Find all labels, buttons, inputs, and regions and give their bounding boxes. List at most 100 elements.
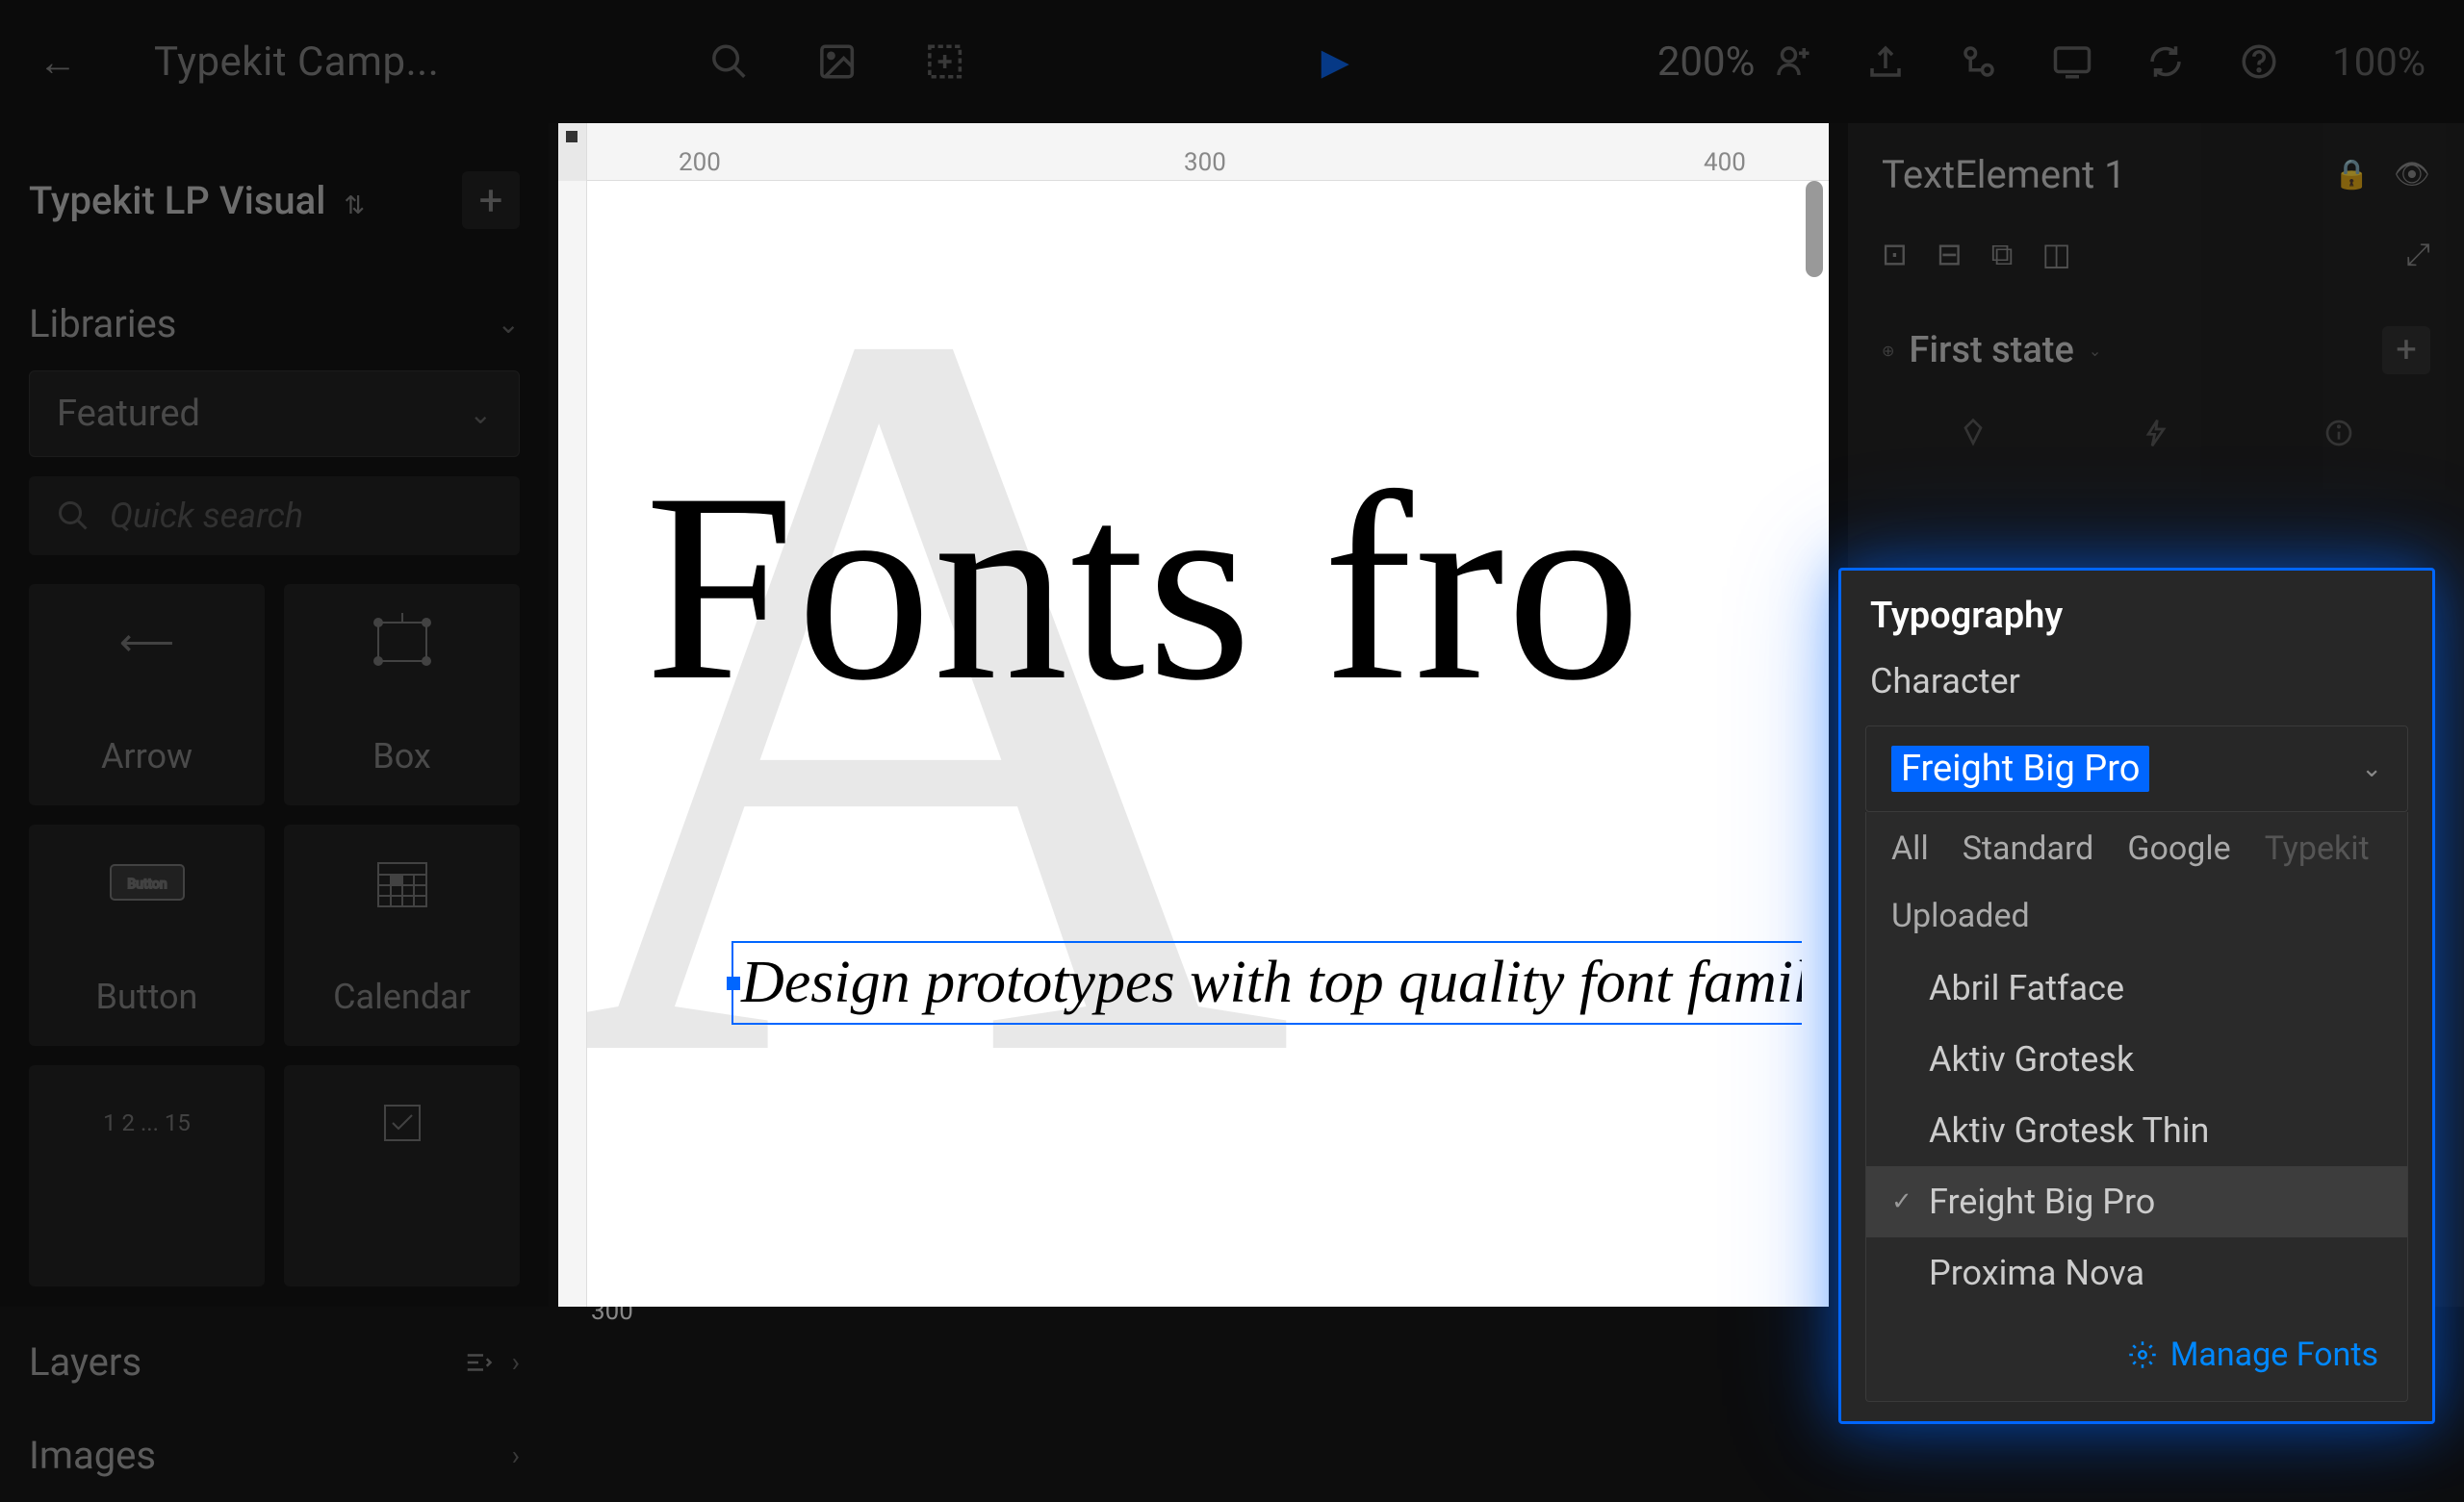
- filter-all[interactable]: All: [1891, 829, 1929, 868]
- widget-label: Arrow: [101, 736, 192, 776]
- font-select[interactable]: Freight Big Pro ⌄: [1865, 726, 2408, 812]
- add-file-button[interactable]: +: [462, 171, 520, 229]
- lock-icon[interactable]: 🔒: [2334, 158, 2370, 191]
- widget-label: Button: [96, 977, 198, 1017]
- filter-typekit[interactable]: Typekit: [2265, 829, 2370, 868]
- subheadline-text[interactable]: Design prototypes with top quality font …: [732, 941, 1802, 1025]
- sync-icon[interactable]: [2145, 41, 2186, 82]
- left-sidebar: Typekit LP Visual ⇅ + Libraries ⌄ Featur…: [0, 123, 549, 1307]
- typography-panel: Typography Character Freight Big Pro ⌄ A…: [1838, 568, 2435, 1424]
- tab-info[interactable]: [2323, 418, 2354, 448]
- updown-icon[interactable]: ⇅: [344, 191, 365, 220]
- eye-icon[interactable]: 👁: [2394, 158, 2430, 191]
- widget-calendar[interactable]: Calendar: [284, 825, 520, 1046]
- search-placeholder: Quick search: [110, 496, 303, 536]
- filter-uploaded[interactable]: Uploaded: [1891, 897, 2030, 935]
- chevron-down-icon[interactable]: ⌄: [2089, 342, 2101, 360]
- expand-icon[interactable]: ⤢: [2405, 236, 2430, 273]
- search-box[interactable]: Quick search: [29, 476, 520, 555]
- widget-button[interactable]: Button Button: [29, 825, 265, 1046]
- add-user-icon[interactable]: [1772, 41, 1812, 82]
- images-label: Images: [29, 1433, 156, 1478]
- upload-icon[interactable]: [1865, 41, 1906, 82]
- toolbar-center: ▶ 200%: [709, 38, 1756, 86]
- tab-effects[interactable]: [2141, 418, 2171, 448]
- send-backward-icon[interactable]: ⊟: [1937, 236, 1963, 273]
- font-option[interactable]: Abril Fatface: [1866, 953, 2407, 1024]
- copy-icon[interactable]: ◫: [2041, 236, 2070, 273]
- libraries-header[interactable]: Libraries ⌄: [29, 277, 520, 370]
- widget-label: Box: [372, 736, 430, 776]
- canvas-content[interactable]: A Fonts fro Design prototypes with top q…: [587, 181, 1802, 1307]
- back-button[interactable]: ←: [38, 39, 77, 85]
- zoom-level[interactable]: 200%: [1657, 38, 1756, 86]
- checkbox-icon: [381, 1094, 424, 1152]
- font-option-selected[interactable]: ✓ Freight Big Pro: [1866, 1166, 2407, 1237]
- layer-toolbar: ⊡ ⊟ ⧉ ◫ ⤢: [1848, 226, 2464, 297]
- search-icon[interactable]: [709, 41, 750, 82]
- ruler-mark: 200: [679, 148, 721, 177]
- filter-standard[interactable]: Standard: [1963, 829, 2094, 868]
- widget-pagination[interactable]: 1 2 ... 15: [29, 1065, 265, 1286]
- state-row: ⊕ First state ⌄ +: [1848, 297, 2464, 403]
- shape-add-icon[interactable]: [925, 41, 965, 82]
- typography-header: Typography: [1841, 571, 2432, 651]
- chevron-down-icon: ⌄: [498, 308, 520, 340]
- layers-label: Layers: [29, 1339, 141, 1385]
- svg-text:Button: Button: [127, 877, 167, 892]
- chevron-down-icon: ⌄: [470, 398, 492, 430]
- preview-icon[interactable]: [2052, 41, 2092, 82]
- bring-forward-icon[interactable]: ⊡: [1882, 236, 1908, 273]
- manage-fonts-link[interactable]: Manage Fonts: [1866, 1309, 2407, 1401]
- zoom-percent[interactable]: 100%: [2332, 39, 2426, 85]
- chevron-right-icon: ›: [512, 1346, 520, 1378]
- button-icon: Button: [109, 853, 186, 911]
- featured-dropdown[interactable]: Featured ⌄: [29, 370, 520, 457]
- project-name[interactable]: Typekit Camp...: [154, 38, 439, 86]
- font-option[interactable]: Aktiv Grotesk Thin: [1866, 1095, 2407, 1166]
- toolbar-right: 100%: [1772, 39, 2426, 85]
- top-toolbar: ← Typekit Camp... ▶ 200% 100%: [0, 0, 2464, 123]
- font-option[interactable]: Aktiv Grotesk: [1866, 1024, 2407, 1095]
- check-icon: ✓: [1891, 1187, 1914, 1216]
- file-name[interactable]: Typekit LP Visual: [29, 178, 325, 223]
- scrollbar-vertical[interactable]: [1806, 181, 1823, 277]
- headline-text[interactable]: Fonts fro: [645, 431, 1643, 742]
- font-option[interactable]: Proxima Nova: [1866, 1237, 2407, 1309]
- filter-google[interactable]: Google: [2127, 829, 2230, 868]
- add-state-button[interactable]: +: [2382, 326, 2430, 374]
- manage-fonts-label: Manage Fonts: [2170, 1336, 2378, 1374]
- widget-arrow[interactable]: ⟵ Arrow: [29, 584, 265, 805]
- element-header: TextElement 1 🔒 👁: [1848, 123, 2464, 226]
- settings-icon[interactable]: [1959, 41, 1999, 82]
- play-button[interactable]: ▶: [1322, 40, 1349, 84]
- font-name: Abril Fatface: [1929, 968, 2124, 1008]
- layers-options-icon[interactable]: [464, 1348, 493, 1377]
- help-icon[interactable]: [2239, 41, 2279, 82]
- ruler-corner: [558, 123, 587, 181]
- subheadline-content: Design prototypes with top quality font …: [741, 950, 1802, 1015]
- image-icon[interactable]: [817, 41, 858, 82]
- element-name[interactable]: TextElement 1: [1882, 152, 2126, 197]
- font-dropdown: All Standard Google Typekit Uploaded Abr…: [1865, 812, 2408, 1402]
- state-name[interactable]: First state: [1909, 329, 2073, 371]
- font-filters: All Standard Google Typekit Uploaded: [1866, 812, 2407, 953]
- images-header[interactable]: Images ›: [29, 1409, 520, 1502]
- arrow-left-icon: ⟵: [119, 613, 174, 671]
- widget-box[interactable]: Box: [284, 584, 520, 805]
- layers-header[interactable]: Layers ›: [29, 1315, 520, 1409]
- selection-handle[interactable]: [727, 977, 740, 990]
- selected-font: Freight Big Pro: [1891, 746, 2149, 792]
- calendar-icon: [373, 853, 431, 911]
- ruler-left: 100 200 300: [558, 181, 587, 1307]
- ruler-mark: 300: [1184, 148, 1226, 177]
- font-name: Proxima Nova: [1929, 1253, 2144, 1293]
- state-icon: ⊕: [1882, 342, 1894, 360]
- libraries-label: Libraries: [29, 301, 176, 346]
- ruler-mark: 400: [1704, 148, 1746, 177]
- pagination-icon: 1 2 ... 15: [103, 1094, 191, 1152]
- tab-fill[interactable]: [1958, 418, 1989, 448]
- canvas-area: 200 300 400 100 200 300 A Fonts fro Desi…: [558, 123, 1829, 1307]
- duplicate-icon[interactable]: ⧉: [1991, 236, 2014, 273]
- widget-checkbox[interactable]: [284, 1065, 520, 1286]
